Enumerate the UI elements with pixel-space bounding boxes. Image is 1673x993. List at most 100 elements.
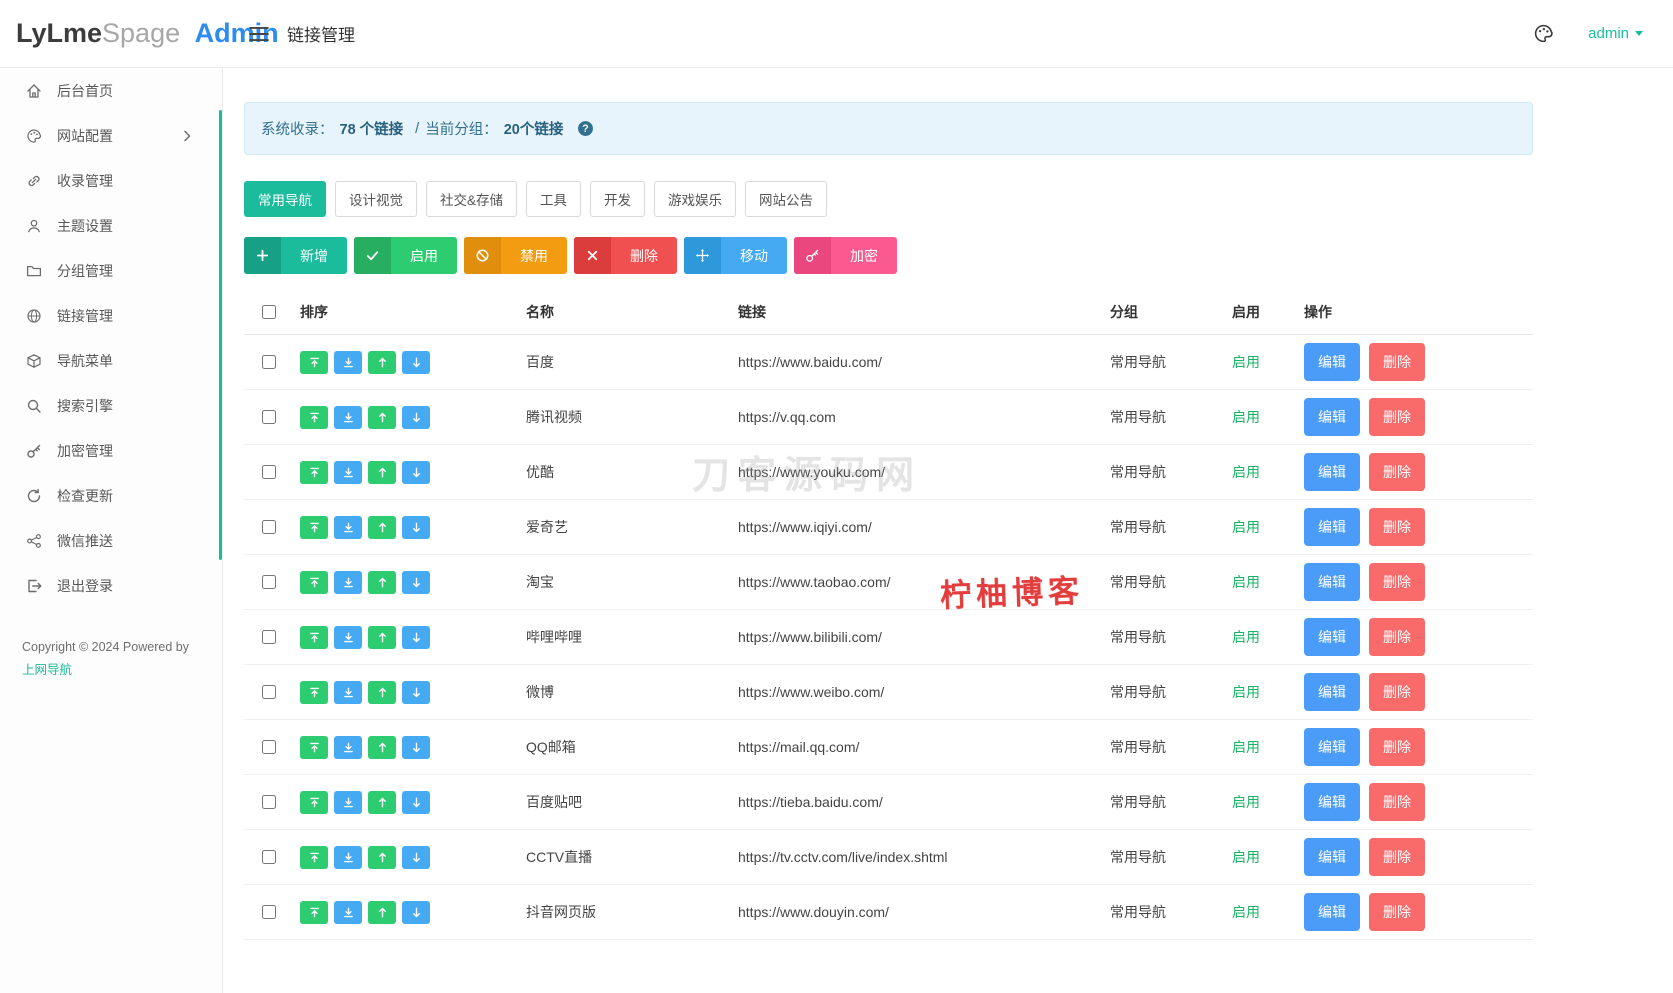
status-toggle[interactable]: 启用 (1232, 684, 1260, 700)
encrypt-button[interactable]: 加密 (794, 237, 897, 274)
sort-down-button[interactable] (402, 570, 430, 594)
delete-button[interactable]: 删除 (1369, 783, 1425, 821)
status-toggle[interactable]: 启用 (1232, 519, 1260, 535)
sort-top-button[interactable] (300, 350, 328, 374)
delete-button[interactable]: 删除 (1369, 838, 1425, 876)
sort-bottom-button[interactable] (334, 460, 362, 484)
sidebar-item-nav-menu[interactable]: 导航菜单 (0, 338, 222, 383)
group-tab[interactable]: 常用导航 (244, 181, 326, 217)
row-checkbox[interactable] (262, 520, 276, 534)
sort-top-button[interactable] (300, 405, 328, 429)
sort-bottom-button[interactable] (334, 515, 362, 539)
row-checkbox[interactable] (262, 905, 276, 919)
edit-button[interactable]: 编辑 (1304, 673, 1360, 711)
delete-button[interactable]: 删除 (1369, 453, 1425, 491)
sidebar-item-logout[interactable]: 退出登录 (0, 563, 222, 608)
edit-button[interactable]: 编辑 (1304, 343, 1360, 381)
delete-button[interactable]: 删除 (1369, 508, 1425, 546)
sort-top-button[interactable] (300, 735, 328, 759)
disable-button[interactable]: 禁用 (464, 237, 567, 274)
group-tab[interactable]: 设计视觉 (335, 181, 417, 217)
status-toggle[interactable]: 启用 (1232, 409, 1260, 425)
sort-top-button[interactable] (300, 460, 328, 484)
status-toggle[interactable]: 启用 (1232, 574, 1260, 590)
add-button[interactable]: 新增 (244, 237, 347, 274)
edit-button[interactable]: 编辑 (1304, 783, 1360, 821)
sort-top-button[interactable] (300, 900, 328, 924)
delete-button[interactable]: 删除 (1369, 398, 1425, 436)
row-checkbox[interactable] (262, 685, 276, 699)
status-toggle[interactable]: 启用 (1232, 849, 1260, 865)
sort-top-button[interactable] (300, 680, 328, 704)
sort-top-button[interactable] (300, 845, 328, 869)
help-icon[interactable]: ? (577, 120, 594, 137)
sort-bottom-button[interactable] (334, 845, 362, 869)
status-toggle[interactable]: 启用 (1232, 904, 1260, 920)
edit-button[interactable]: 编辑 (1304, 563, 1360, 601)
sort-bottom-button[interactable] (334, 625, 362, 649)
group-tab[interactable]: 网站公告 (745, 181, 828, 217)
sort-down-button[interactable] (402, 350, 430, 374)
delete-button[interactable]: 删除 (1369, 618, 1425, 656)
row-checkbox[interactable] (262, 630, 276, 644)
sort-up-button[interactable] (368, 460, 396, 484)
row-checkbox[interactable] (262, 575, 276, 589)
move-button[interactable]: 移动 (684, 237, 787, 274)
sidebar-item-group[interactable]: 分组管理 (0, 248, 222, 293)
sort-up-button[interactable] (368, 845, 396, 869)
row-checkbox[interactable] (262, 465, 276, 479)
select-all-checkbox[interactable] (262, 305, 276, 319)
copyright-link[interactable]: 上网导航 (22, 659, 72, 682)
theme-palette-icon[interactable] (1533, 23, 1554, 44)
sort-top-button[interactable] (300, 515, 328, 539)
status-toggle[interactable]: 启用 (1232, 794, 1260, 810)
edit-button[interactable]: 编辑 (1304, 893, 1360, 931)
sort-up-button[interactable] (368, 900, 396, 924)
group-tab[interactable]: 游戏娱乐 (654, 181, 737, 217)
sort-up-button[interactable] (368, 790, 396, 814)
sort-up-button[interactable] (368, 515, 396, 539)
sort-bottom-button[interactable] (334, 790, 362, 814)
sort-up-button[interactable] (368, 350, 396, 374)
sidebar-scrollbar[interactable] (219, 110, 222, 560)
sort-bottom-button[interactable] (334, 570, 362, 594)
sort-down-button[interactable] (402, 680, 430, 704)
sort-top-button[interactable] (300, 790, 328, 814)
row-checkbox[interactable] (262, 410, 276, 424)
sort-up-button[interactable] (368, 570, 396, 594)
status-toggle[interactable]: 启用 (1232, 464, 1260, 480)
status-toggle[interactable]: 启用 (1232, 739, 1260, 755)
sort-bottom-button[interactable] (334, 680, 362, 704)
sidebar-item-check-update[interactable]: 检查更新 (0, 473, 222, 518)
sidebar-item-links[interactable]: 链接管理 (0, 293, 222, 338)
group-tab[interactable]: 社交&存储 (426, 181, 518, 217)
sort-down-button[interactable] (402, 460, 430, 484)
edit-button[interactable]: 编辑 (1304, 838, 1360, 876)
sort-up-button[interactable] (368, 405, 396, 429)
delete-button[interactable]: 删除 (1369, 563, 1425, 601)
sidebar-item-site-config[interactable]: 网站配置 (0, 113, 222, 158)
edit-button[interactable]: 编辑 (1304, 453, 1360, 491)
status-toggle[interactable]: 启用 (1232, 629, 1260, 645)
sort-top-button[interactable] (300, 570, 328, 594)
sort-bottom-button[interactable] (334, 405, 362, 429)
sidebar-item-home[interactable]: 后台首页 (0, 68, 222, 113)
row-checkbox[interactable] (262, 795, 276, 809)
sort-bottom-button[interactable] (334, 900, 362, 924)
enable-button[interactable]: 启用 (354, 237, 457, 274)
sort-down-button[interactable] (402, 625, 430, 649)
delete-button[interactable]: 删除 (574, 237, 677, 274)
group-tab[interactable]: 开发 (590, 181, 646, 217)
delete-button[interactable]: 删除 (1369, 673, 1425, 711)
sort-down-button[interactable] (402, 790, 430, 814)
sidebar-item-theme[interactable]: 主题设置 (0, 203, 222, 248)
edit-button[interactable]: 编辑 (1304, 728, 1360, 766)
sidebar-item-encrypt[interactable]: 加密管理 (0, 428, 222, 473)
sort-up-button[interactable] (368, 680, 396, 704)
status-toggle[interactable]: 启用 (1232, 354, 1260, 370)
user-dropdown[interactable]: admin (1588, 25, 1643, 42)
menu-toggle-icon[interactable] (249, 26, 269, 42)
row-checkbox[interactable] (262, 355, 276, 369)
sort-down-button[interactable] (402, 845, 430, 869)
sort-top-button[interactable] (300, 625, 328, 649)
